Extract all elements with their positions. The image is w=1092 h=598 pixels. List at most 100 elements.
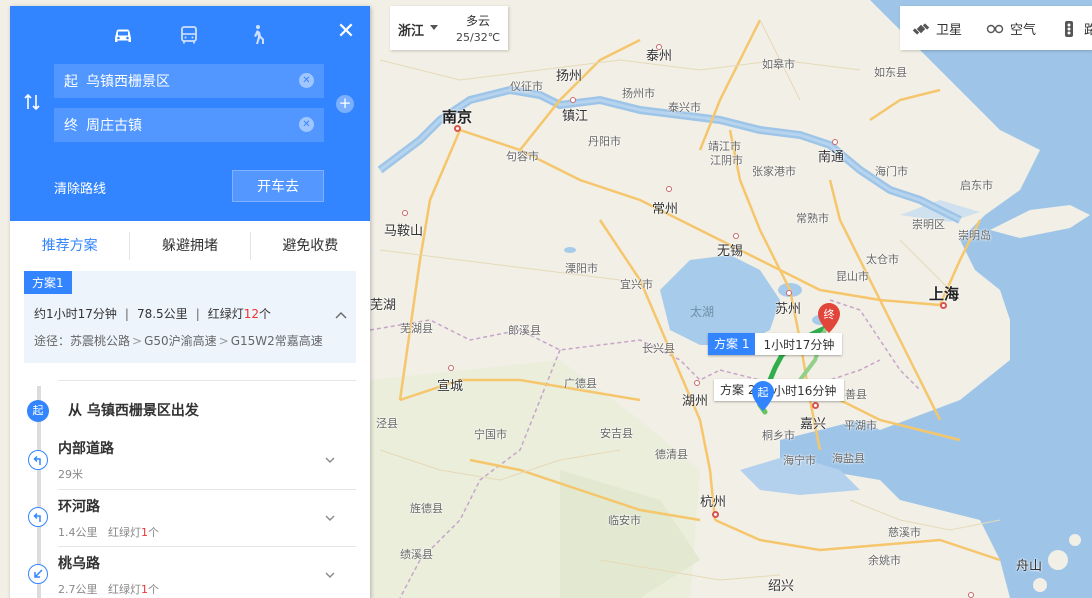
- mode-bus-tab[interactable]: [176, 22, 202, 48]
- chevron-down-icon[interactable]: [324, 569, 336, 581]
- map-label: 湖州: [682, 394, 709, 409]
- drive-button[interactable]: 开车去: [232, 170, 324, 202]
- map-label: 芜湖: [370, 298, 397, 313]
- route-label-plan-2[interactable]: 方案 2 1小时16分钟: [714, 379, 845, 401]
- mode-drive-tab[interactable]: [110, 22, 136, 48]
- step-detail: 29米: [58, 466, 356, 482]
- clear-route-link[interactable]: 清除路线: [54, 178, 106, 197]
- route-step[interactable]: 环河路 1.4公里 红绿灯1个: [58, 490, 356, 547]
- plan-lights-prefix: 红绿灯: [207, 307, 244, 321]
- map-label: 长兴县: [642, 342, 675, 355]
- map-label: 杭州: [700, 495, 727, 510]
- close-icon[interactable]: ✕: [334, 20, 358, 44]
- map-label: 泰州: [646, 49, 673, 64]
- tab-recommended[interactable]: 推荐方案: [10, 232, 131, 260]
- map-label: 昆山市: [836, 270, 869, 283]
- map-label: 绩溪县: [400, 548, 433, 561]
- map-label: 溧阳市: [565, 262, 598, 275]
- step-lights-suffix: 个: [148, 526, 159, 539]
- add-waypoint-icon[interactable]: +: [336, 95, 354, 113]
- air-quality-icon: [986, 24, 1004, 33]
- map-label: 南京: [442, 108, 473, 126]
- map-label: 扬州: [556, 69, 583, 84]
- via-road: G15W2常嘉高速: [230, 334, 323, 348]
- step-title: 内部道路: [58, 441, 114, 457]
- start-field[interactable]: 起 乌镇西栅景区 ✕: [54, 64, 324, 98]
- via-road: G50沪渝高速: [144, 334, 217, 348]
- city-dot: [694, 380, 700, 386]
- map-tools: 卫星 空气 路: [900, 6, 1092, 50]
- step-detail: 1.4公里 红绿灯1个: [58, 524, 356, 540]
- chevron-up-icon[interactable]: [334, 309, 348, 323]
- map-label: 苏州: [775, 302, 802, 317]
- end-marker[interactable]: 终: [818, 303, 840, 333]
- car-icon: [115, 29, 131, 42]
- route-label-tag: 方案 1: [708, 333, 756, 355]
- air-quality-label: 空气: [1010, 23, 1037, 38]
- map-label: 上海: [929, 285, 960, 303]
- plan-card[interactable]: 方案1 约1小时17分钟 | 78.5公里 | 红绿灯12个 途径：苏震桃公路 > G50沪…: [24, 271, 356, 363]
- weather-city[interactable]: 浙江: [398, 20, 424, 39]
- air-quality-button[interactable]: 空气: [986, 19, 1036, 38]
- chevron-down-icon[interactable]: [324, 512, 336, 524]
- step-lights-prefix: 红绿灯: [108, 583, 141, 596]
- chevron-down-icon[interactable]: [324, 454, 336, 466]
- map-label: 慈溪市: [888, 526, 921, 539]
- map-label: 芜湖县: [400, 322, 433, 335]
- plan-time: 约1小时17分钟: [34, 307, 117, 321]
- map-label: 启东市: [960, 179, 993, 192]
- start-value: 乌镇西栅景区: [86, 74, 170, 90]
- step-title: 环河路: [58, 499, 100, 515]
- city-dot: [712, 511, 719, 518]
- plan-lights-suffix: 个: [259, 307, 272, 321]
- start-marker-label: 起: [758, 386, 769, 399]
- map-label: 江阴市: [710, 154, 743, 167]
- route-label-time: 1小时17分钟: [763, 337, 835, 352]
- caret-down-icon[interactable]: [430, 25, 438, 30]
- map-label: 南通: [818, 150, 845, 165]
- map-label: 旌德县: [410, 502, 443, 515]
- map-label: 扬州市: [622, 87, 655, 100]
- step-detail: 2.7公里 红绿灯1个: [58, 581, 356, 597]
- satellite-icon: [912, 22, 930, 35]
- map-label: 德清县: [655, 448, 688, 461]
- turn-left-icon: [28, 450, 48, 470]
- map-label: 如皋市: [762, 58, 795, 71]
- route-step[interactable]: 内部道路 29米: [58, 432, 356, 490]
- start-marker[interactable]: 起: [752, 381, 774, 411]
- traffic-light-icon: [1065, 20, 1073, 37]
- turn-left-icon: [28, 507, 48, 527]
- map-label: 句容市: [506, 150, 539, 163]
- tab-avoid-toll[interactable]: 避免收费: [251, 232, 370, 260]
- map-label: 崇明区: [912, 218, 945, 231]
- clear-end-icon[interactable]: ✕: [299, 117, 314, 132]
- bus-icon: [181, 26, 197, 44]
- city-dot: [666, 186, 672, 192]
- route-search-header: ✕ 起 乌镇西栅景区 ✕ 终 周庄古镇 ✕ + 清除路线 开车去: [10, 6, 370, 221]
- route-step[interactable]: 桃乌路 2.7公里 红绿灯1个: [58, 547, 356, 598]
- city-dot: [733, 233, 739, 239]
- swap-icon[interactable]: [22, 92, 42, 112]
- tab-avoid-congestion[interactable]: 躲避拥堵: [130, 232, 251, 260]
- city-dot: [402, 210, 408, 216]
- walk-icon: [254, 25, 264, 44]
- turn-sharp-left-icon: [28, 564, 48, 584]
- city-dot: [448, 365, 454, 371]
- map-label: 绍兴: [768, 579, 795, 594]
- mode-walk-tab[interactable]: [244, 22, 270, 48]
- end-pin-icon: 终: [818, 303, 840, 333]
- clear-start-icon[interactable]: ✕: [299, 73, 314, 88]
- end-field[interactable]: 终 周庄古镇 ✕: [54, 108, 324, 142]
- weather-condition: 多云: [466, 14, 491, 28]
- end-prefix: 终: [64, 118, 78, 134]
- traffic-button[interactable]: 路: [1060, 19, 1092, 38]
- map-label: 常熟市: [796, 212, 829, 225]
- weather-temperature: 25/32℃: [456, 31, 501, 44]
- step-title: 桃乌路: [58, 556, 100, 572]
- route-label-plan-1[interactable]: 方案 1 1小时17分钟: [708, 333, 843, 355]
- map-label: 如东县: [874, 66, 907, 79]
- plan-lights-count: 12: [243, 307, 260, 321]
- satellite-button[interactable]: 卫星: [912, 19, 962, 38]
- weather-widget[interactable]: 浙江 多云 25/32℃: [390, 6, 508, 50]
- map-label: 泾县: [376, 417, 398, 430]
